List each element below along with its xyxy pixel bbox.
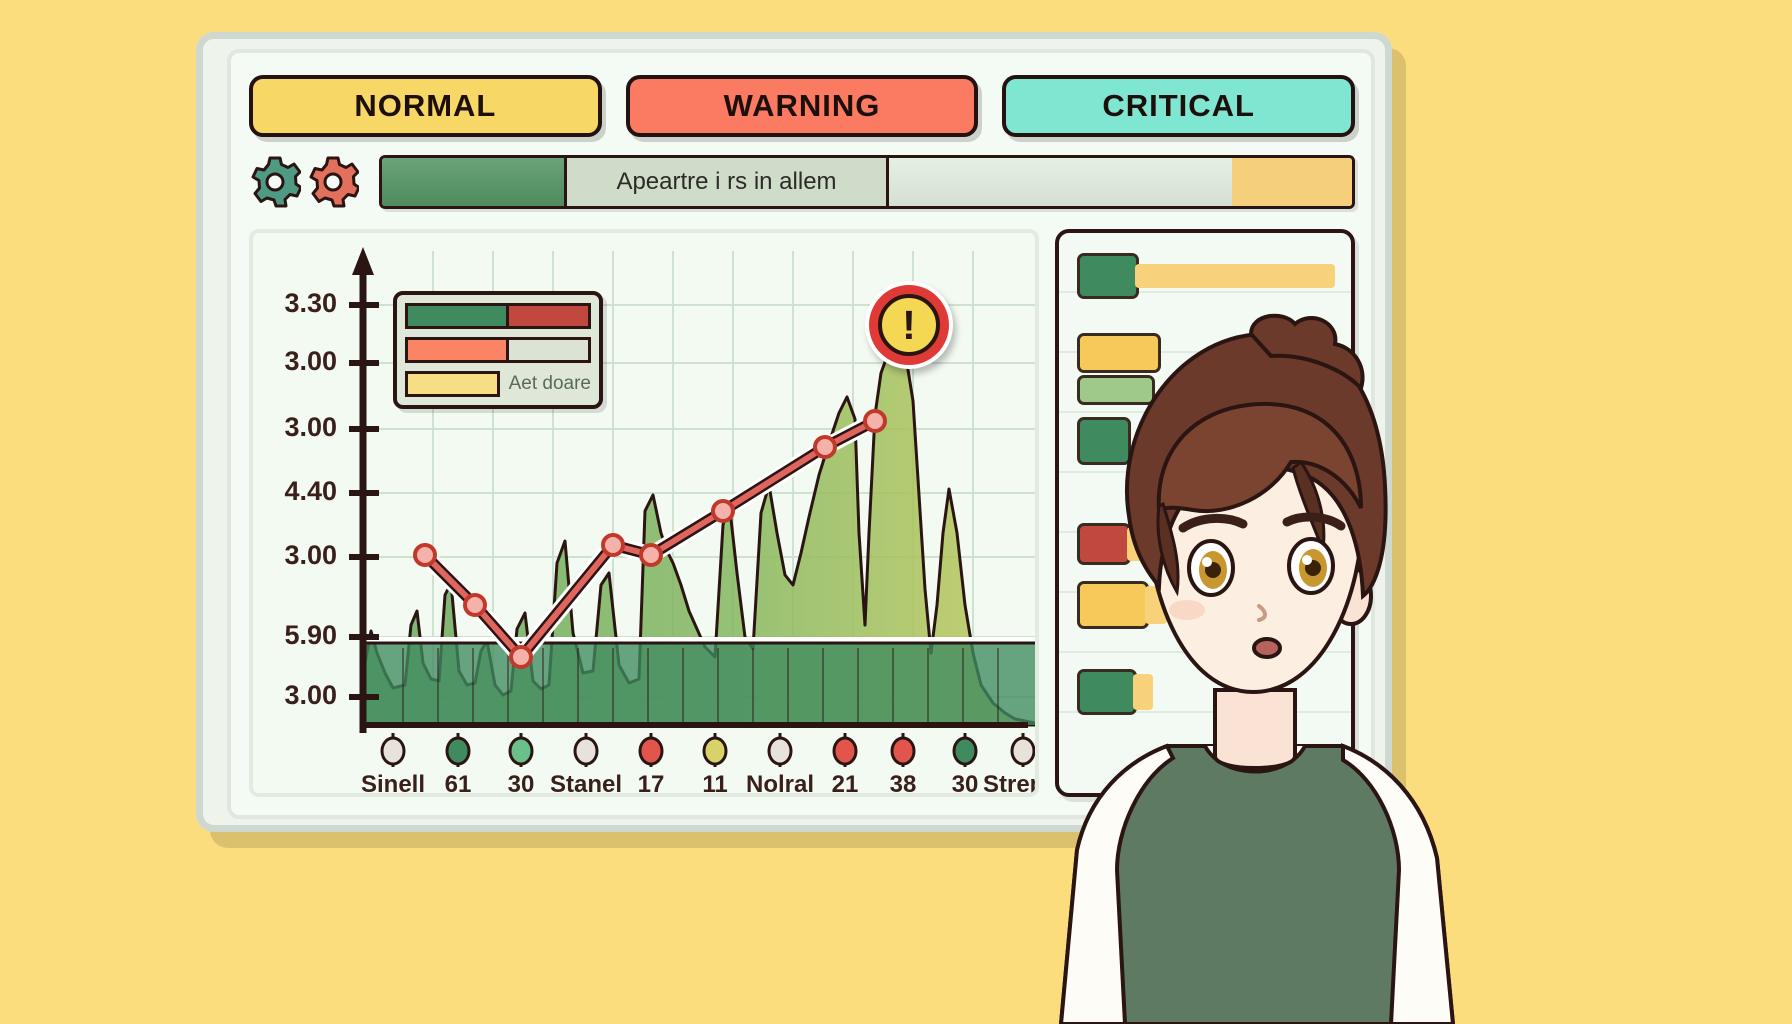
chart-ytick-1: 3.00: [284, 346, 337, 376]
toolbar-progress-bar[interactable]: Apeartre i rs in allem: [379, 155, 1355, 209]
toolbar-segment-remaining[interactable]: [889, 158, 1352, 206]
sidebar-item-1[interactable]: [1077, 253, 1335, 299]
status-badge-warning[interactable]: WARNING: [625, 75, 979, 137]
chart-legend[interactable]: Aet doare: [393, 291, 603, 409]
chart-legend-label-3: Aet doare: [508, 373, 591, 394]
settings-gear-red-icon[interactable]: [307, 156, 359, 208]
chart-ytick-0: 3.30: [284, 288, 337, 318]
chart-legend-row-1[interactable]: [405, 302, 591, 330]
settings-gear-teal-icon[interactable]: [249, 156, 301, 208]
chart-legend-swatch-3: [405, 371, 500, 397]
status-badge-normal[interactable]: NORMAL: [249, 75, 602, 137]
chart-legend-swatch-2: [405, 337, 509, 363]
chart-legend-swatch-1: [405, 303, 509, 329]
chart-ytick-5: 5.90: [284, 620, 337, 650]
chart-xtick-10: Strepiing: [982, 771, 1035, 797]
status-badge-critical-label: CRITICAL: [1102, 88, 1255, 123]
chart-legend-bar-2: [509, 337, 591, 363]
critical-alert-badge[interactable]: !: [865, 281, 953, 369]
chart-ytick-2: 3.00: [284, 412, 337, 442]
sidebar-item-1-chip: [1077, 253, 1139, 299]
alert-exclamation-icon: !: [878, 294, 940, 356]
sidebar-item-1-track: [1135, 264, 1335, 288]
status-badge-row: NORMAL WARNING CRITICAL: [249, 75, 1356, 137]
chart-ytick-6: 3.00: [284, 680, 337, 710]
toolbar: Apeartre i rs in allem: [249, 153, 1355, 211]
status-badge-warning-label: WARNING: [723, 88, 881, 123]
chart-legend-row-3[interactable]: Aet doare: [405, 370, 591, 398]
chart-legend-bar-1: [509, 303, 591, 329]
toolbar-accent-fill: [1232, 158, 1352, 206]
chart-threshold-band: [363, 643, 1035, 725]
chart-panel[interactable]: 3.30 3.00 3.00 4.40 3.00 5.90 3.00 Sinel…: [249, 229, 1039, 797]
chart-ytick-4: 3.00: [284, 540, 337, 570]
character-illustration: [1055, 310, 1475, 1024]
chart-ytick-3: 4.40: [284, 476, 337, 506]
status-badge-critical[interactable]: CRITICAL: [1002, 75, 1356, 137]
chart-legend-row-2[interactable]: [405, 336, 591, 364]
status-badge-normal-label: NORMAL: [354, 88, 497, 123]
toolbar-message-text: Apeartre i rs in allem: [616, 168, 837, 195]
toolbar-segment-message[interactable]: Apeartre i rs in allem: [567, 158, 889, 206]
toolbar-segment-progress[interactable]: [382, 158, 567, 206]
